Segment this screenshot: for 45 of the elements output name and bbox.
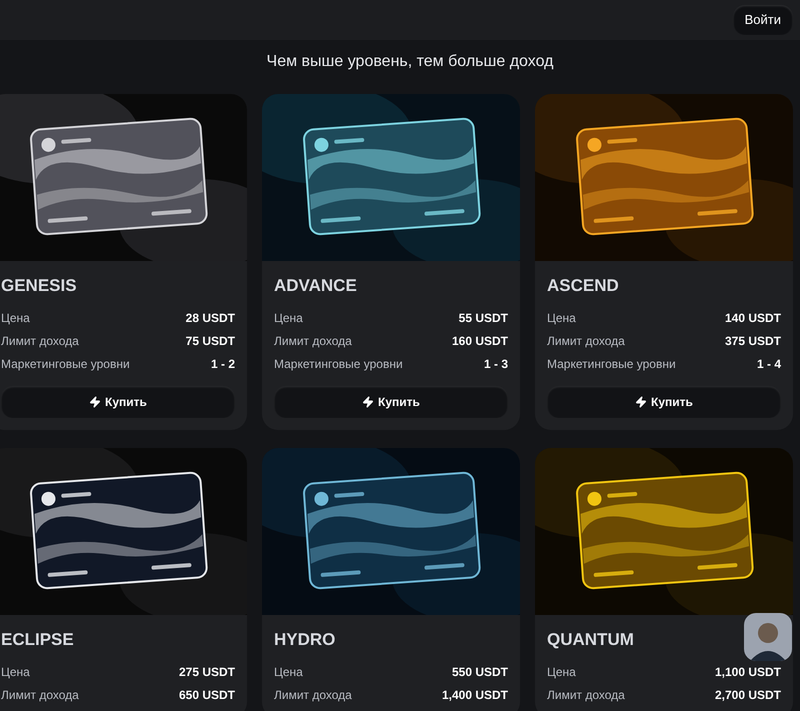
- row-value: 1 - 2: [210, 356, 235, 373]
- row-value: 1,400 USDT: [442, 686, 508, 704]
- lightning-icon: [89, 396, 102, 408]
- row-label: Маркетинговые уровни: [274, 356, 403, 373]
- row-value: 1,100 USDT: [714, 664, 781, 680]
- avatar-button[interactable]: [744, 613, 792, 661]
- row-label: Лимит дохода: [547, 333, 625, 350]
- row-label: Цена: [1, 664, 30, 680]
- buy-button[interactable]: Купить: [274, 386, 508, 418]
- plan-title: GENESIS: [1, 275, 78, 297]
- section-heading: Чем выше уровень, тем больше доход: [266, 52, 554, 72]
- row-value: 75 USDT: [186, 333, 235, 350]
- plan-title: QUANTUM: [547, 628, 635, 650]
- buy-button[interactable]: Купить: [1, 386, 235, 418]
- row-label: Цена: [274, 310, 303, 327]
- row-label: Цена: [547, 664, 576, 680]
- lightning-icon: [635, 396, 648, 408]
- plan-title: HYDRO: [274, 628, 336, 650]
- row-value: 275 USDT: [178, 664, 235, 680]
- row-value: 160 USDT: [452, 333, 508, 350]
- row-label: Лимит дохода: [1, 686, 79, 704]
- row-value: 1 - 4: [756, 356, 781, 373]
- plan-title: ASCEND: [547, 275, 620, 297]
- row-value: 2,700 USDT: [714, 686, 781, 704]
- row-value: 28 USDT: [186, 310, 235, 327]
- row-label: Цена: [1, 310, 30, 327]
- row-label: Лимит дохода: [1, 333, 79, 350]
- row-value: 650 USDT: [178, 686, 235, 704]
- row-value: 375 USDT: [724, 333, 781, 350]
- lightning-icon: [362, 396, 374, 408]
- row-value: 55 USDT: [458, 310, 508, 327]
- plan-title: ECLIPSE: [1, 628, 75, 650]
- row-label: Лимит дохода: [274, 686, 352, 704]
- row-label: Цена: [547, 310, 576, 327]
- row-label: Маркетинговые уровни: [1, 356, 130, 373]
- row-value: 550 USDT: [452, 664, 508, 680]
- row-label: Цена: [274, 664, 303, 680]
- plan-title: ADVANCE: [274, 275, 358, 297]
- row-label: Маркетинговые уровни: [547, 356, 676, 373]
- login-button[interactable]: Войти: [732, 5, 793, 35]
- row-value: 1 - 3: [484, 356, 508, 373]
- row-value: 140 USDT: [724, 310, 781, 327]
- row-label: Лимит дохода: [274, 333, 352, 350]
- buy-button[interactable]: Купить: [547, 386, 781, 418]
- row-label: Лимит дохода: [547, 686, 625, 704]
